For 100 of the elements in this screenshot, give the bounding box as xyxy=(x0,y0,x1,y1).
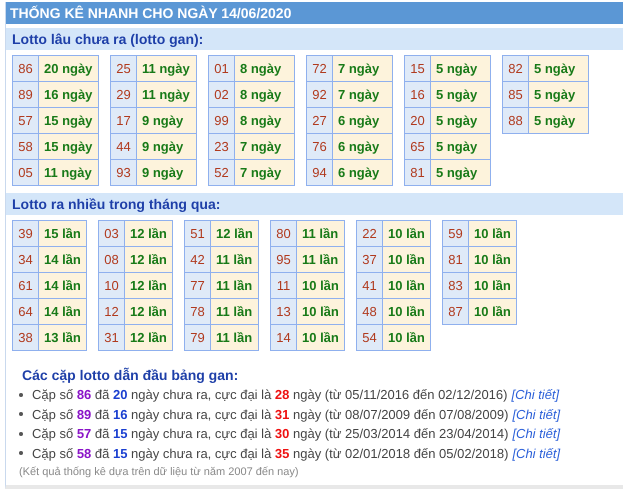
number-cell: 15 xyxy=(404,56,430,82)
number-cell: 22 xyxy=(356,220,382,246)
count-cell: 5 ngày xyxy=(528,108,588,134)
count-cell: 5 ngày xyxy=(528,82,588,108)
count-cell: 11 lần xyxy=(210,298,258,324)
count-cell: 8 ngày xyxy=(234,56,294,82)
count-cell: 6 ngày xyxy=(332,134,392,160)
count-cell: 12 lần xyxy=(124,272,172,298)
count-cell: 12 lần xyxy=(124,220,172,246)
number-cell: 20 xyxy=(404,108,430,134)
number-cell: 92 xyxy=(306,82,332,108)
count-cell: 10 lần xyxy=(296,272,344,298)
count-cell: 10 lần xyxy=(382,324,430,350)
number-cell: 05 xyxy=(12,160,38,186)
count-cell: 7 ngày xyxy=(234,134,294,160)
number-cell: 12 xyxy=(98,298,124,324)
detail-link[interactable]: [Chi tiết] xyxy=(511,385,560,404)
number-cell: 14 xyxy=(270,324,296,350)
count-cell: 15 lần xyxy=(38,220,86,246)
count-cell: 20 ngày xyxy=(38,56,98,82)
number-cell: 95 xyxy=(270,246,296,272)
count-cell: 10 lần xyxy=(468,246,516,272)
number-cell: 11 xyxy=(270,272,296,298)
number-cell: 23 xyxy=(208,134,234,160)
detail-link[interactable]: [Chi tiết] xyxy=(512,404,560,424)
count-cell: 12 lần xyxy=(124,324,172,350)
bullet-icon xyxy=(19,392,23,397)
count-cell: 10 lần xyxy=(468,272,516,298)
number-cell: 13 xyxy=(270,298,296,324)
number-cell: 42 xyxy=(184,246,210,272)
count-cell: 14 lần xyxy=(38,272,86,298)
count-cell: 11 lần xyxy=(210,272,258,298)
count-cell: 7 ngày xyxy=(234,160,294,186)
number-cell: 29 xyxy=(110,82,136,108)
number-cell: 34 xyxy=(12,246,38,272)
number-cell: 27 xyxy=(306,108,332,134)
bullet-icon xyxy=(19,432,23,436)
count-cell: 12 lần xyxy=(124,298,172,324)
number-cell: 81 xyxy=(442,246,468,272)
number-cell: 25 xyxy=(110,56,136,82)
pair-sentence: Cặp số 89 đã 16 ngày chưa ra, cực đại là 31 ngày (từ 08/07/2009 đến 07/08/2009) xyxy=(32,406,508,424)
number-cell: 83 xyxy=(442,272,468,298)
count-cell: 5 ngày xyxy=(430,108,490,134)
pairs-heading: Các cặp lotto dẫn đầu bảng gan: xyxy=(21,366,240,385)
number-cell: 01 xyxy=(208,56,234,82)
count-cell: 15 ngày xyxy=(38,108,98,134)
number-cell: 78 xyxy=(184,298,210,324)
number-cell: 48 xyxy=(356,298,382,324)
footnote: (Kết quả thống kê dựa trên dữ liệu từ năm 2007 đến nay) xyxy=(18,465,300,480)
count-cell: 12 lần xyxy=(210,220,258,246)
bullet-icon xyxy=(19,412,23,416)
number-cell: 87 xyxy=(442,298,468,324)
pair-sentence: Cặp số 58 đã 15 ngày chưa ra, cực đại là 35 ngày (từ 02/01/2018 đến 05/02/2018) xyxy=(32,444,508,463)
detail-link[interactable]: [Chi tiết] xyxy=(512,424,560,444)
count-cell: 5 ngày xyxy=(528,56,588,82)
count-cell: 10 lần xyxy=(296,324,344,350)
count-cell: 8 ngày xyxy=(234,82,294,108)
count-cell: 11 lần xyxy=(296,246,344,272)
count-cell: 6 ngày xyxy=(332,160,392,186)
count-cell: 14 lần xyxy=(38,298,86,324)
count-cell: 11 lần xyxy=(210,324,258,350)
count-cell: 11 ngày xyxy=(136,82,196,108)
detail-link[interactable]: [Chi tiết] xyxy=(512,444,560,463)
number-cell: 39 xyxy=(12,220,38,246)
number-cell: 99 xyxy=(208,108,234,134)
number-cell: 85 xyxy=(502,82,528,108)
count-cell: 7 ngày xyxy=(332,56,392,82)
page-title: THỐNG KÊ NHANH CHO NGÀY 14/06/2020 xyxy=(6,2,623,24)
number-cell: 89 xyxy=(12,82,38,108)
count-cell: 13 lần xyxy=(38,324,86,350)
count-cell: 6 ngày xyxy=(332,108,392,134)
count-cell: 14 lần xyxy=(38,246,86,272)
number-cell: 10 xyxy=(98,272,124,298)
number-cell: 58 xyxy=(12,134,38,160)
section-heading: Lotto lâu chưa ra (lotto gan): xyxy=(6,28,623,50)
count-cell: 9 ngày xyxy=(136,108,196,134)
number-cell: 52 xyxy=(208,160,234,186)
number-cell: 64 xyxy=(12,298,38,324)
number-cell: 57 xyxy=(12,108,38,134)
number-cell: 82 xyxy=(502,56,528,82)
count-cell: 16 ngày xyxy=(38,82,98,108)
count-cell: 10 lần xyxy=(382,298,430,324)
number-cell: 02 xyxy=(208,82,234,108)
count-cell: 10 lần xyxy=(468,220,516,246)
count-cell: 15 ngày xyxy=(38,134,98,160)
count-cell: 10 lần xyxy=(382,246,430,272)
number-cell: 79 xyxy=(184,324,210,350)
number-cell: 86 xyxy=(12,56,38,82)
number-cell: 59 xyxy=(442,220,468,246)
number-cell: 44 xyxy=(110,134,136,160)
number-cell: 65 xyxy=(404,134,430,160)
number-cell: 72 xyxy=(306,56,332,82)
count-cell: 10 lần xyxy=(382,272,430,298)
count-cell: 10 lần xyxy=(468,298,516,324)
count-cell: 9 ngày xyxy=(136,160,196,186)
number-cell: 94 xyxy=(306,160,332,186)
number-cell: 41 xyxy=(356,272,382,298)
count-cell: 11 ngày xyxy=(38,160,98,186)
number-cell: 88 xyxy=(502,108,528,134)
count-cell: 11 lần xyxy=(210,246,258,272)
